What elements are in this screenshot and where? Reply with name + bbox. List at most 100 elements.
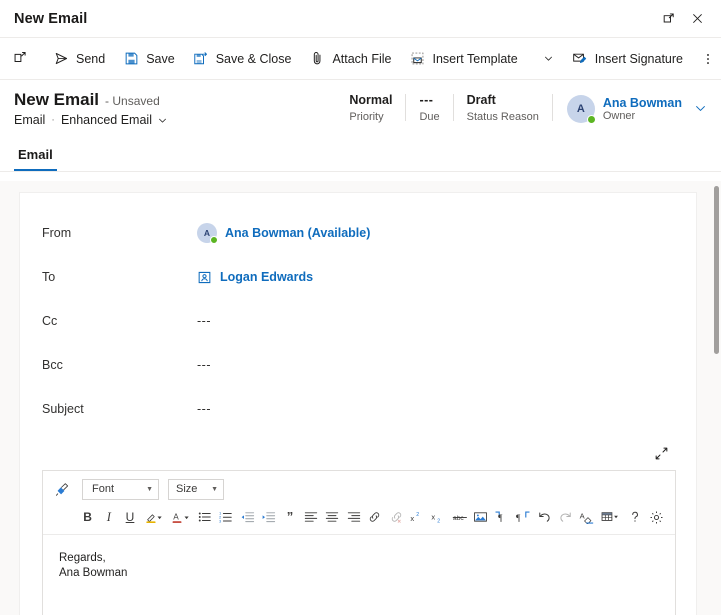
form-row-bcc: Bcc ---	[42, 343, 674, 387]
help-icon[interactable]	[624, 507, 645, 528]
insert-template-chevron[interactable]	[535, 43, 563, 75]
svg-text:3: 3	[219, 518, 222, 523]
owner-role-label: Owner	[602, 109, 636, 122]
superscript-icon[interactable]: x 2	[407, 507, 428, 528]
record-title-row: New Email - Unsaved	[14, 90, 168, 110]
form-selector[interactable]: Enhanced Email	[61, 113, 168, 127]
send-button[interactable]: Send	[44, 43, 114, 75]
command-bar: Send Save Save & Close Attach File Inser…	[0, 38, 721, 80]
priority-label: Priority	[349, 111, 384, 123]
insert-link-icon[interactable]	[364, 507, 385, 528]
record-header-left: New Email - Unsaved Email · Enhanced Ema…	[14, 90, 168, 127]
blockquote-icon[interactable]: ”	[279, 507, 300, 528]
owner-field[interactable]: A Ana Bowman Owner	[553, 92, 707, 125]
redo-icon[interactable]	[555, 507, 576, 528]
bcc-label: Bcc	[42, 358, 63, 372]
form-canvas: From A Ana Bowman (Available) To Logan E…	[0, 181, 711, 615]
bcc-value[interactable]: ---	[197, 358, 674, 372]
insert-template-button[interactable]: Insert Template	[401, 43, 527, 75]
chevron-down-icon	[541, 51, 557, 67]
underline-icon[interactable]: U	[119, 507, 140, 528]
bold-icon[interactable]: B	[77, 507, 98, 528]
more-commands-button[interactable]	[692, 43, 721, 75]
clear-formatting-icon[interactable]: A	[576, 507, 597, 528]
rich-text-editor: Font ▼ Size ▼ B I U A 1 2 3 ” x 2 x 2 ab…	[42, 470, 676, 615]
numbered-list-icon[interactable]: 1 2 3	[216, 507, 237, 528]
form-row-cc: Cc ---	[42, 299, 674, 343]
close-icon[interactable]	[683, 6, 711, 32]
insert-image-icon[interactable]	[470, 507, 491, 528]
header-fields: Normal Priority --- Due Draft Status Rea…	[336, 90, 707, 125]
vertical-scrollbar-thumb[interactable]	[714, 186, 719, 354]
save-label: Save	[146, 51, 175, 66]
align-right-icon[interactable]	[343, 507, 364, 528]
presence-available-icon	[210, 236, 218, 244]
paperclip-icon	[309, 51, 325, 67]
subject-empty-value: ---	[197, 402, 211, 416]
subject-value[interactable]: ---	[197, 402, 674, 416]
owner-name[interactable]: Ana Bowman	[603, 96, 682, 110]
avatar: A	[566, 94, 596, 124]
send-label: Send	[76, 51, 106, 66]
form-row-to: To Logan Edwards	[42, 255, 674, 299]
font-color-icon[interactable]: A	[168, 507, 195, 528]
strikethrough-icon[interactable]: abc	[449, 507, 470, 528]
cc-empty-value: ---	[197, 314, 211, 328]
bulleted-list-icon[interactable]	[195, 507, 216, 528]
editor-settings-icon[interactable]	[646, 507, 667, 528]
insert-table-icon[interactable]	[597, 507, 624, 528]
window-title: New Email	[14, 10, 88, 27]
subscript-icon[interactable]: x 2	[428, 507, 449, 528]
insert-signature-button[interactable]: Insert Signature	[563, 43, 692, 75]
insert-template-label: Insert Template	[432, 51, 518, 66]
chevron-down-icon[interactable]	[694, 102, 707, 115]
font-size-select[interactable]: Size ▼	[168, 478, 224, 500]
from-recipient-link[interactable]: Ana Bowman (Available)	[225, 226, 370, 240]
email-body-editor[interactable]: Regards, Ana Bowman	[43, 535, 675, 615]
form-row-from: From A Ana Bowman (Available)	[42, 211, 674, 255]
more-commands-icon	[700, 51, 716, 67]
undo-icon[interactable]	[534, 507, 555, 528]
format-painter-icon[interactable]	[51, 479, 73, 500]
text-highlight-icon[interactable]	[141, 507, 168, 528]
svg-text:¶: ¶	[516, 513, 521, 524]
save-and-close-button[interactable]: Save & Close	[184, 43, 301, 75]
form-selector-label: Enhanced Email	[60, 113, 152, 127]
header-field-priority[interactable]: Normal Priority	[336, 92, 405, 125]
save-and-close-icon	[193, 51, 209, 67]
avatar: A	[197, 223, 218, 244]
to-recipient-link[interactable]: Logan Edwards	[220, 270, 313, 284]
remove-link-icon[interactable]	[385, 507, 406, 528]
popout-icon[interactable]	[655, 6, 683, 32]
email-form-card: From A Ana Bowman (Available) To Logan E…	[19, 192, 697, 615]
cc-value[interactable]: ---	[197, 314, 674, 328]
record-header: New Email - Unsaved Email · Enhanced Ema…	[0, 80, 721, 138]
italic-icon[interactable]: I	[98, 507, 119, 528]
open-in-new-window-icon[interactable]	[4, 43, 36, 75]
save-icon	[123, 51, 139, 67]
unsaved-status: - Unsaved	[105, 94, 160, 108]
font-family-select[interactable]: Font ▼	[82, 478, 159, 500]
to-value[interactable]: Logan Edwards	[197, 270, 674, 285]
left-to-right-icon[interactable]: ¶	[491, 507, 512, 528]
save-button[interactable]: Save	[114, 43, 184, 75]
tab-email[interactable]: Email	[14, 137, 57, 171]
expand-editor-icon[interactable]	[651, 443, 672, 464]
svg-text:abc: abc	[453, 515, 464, 522]
header-field-status-reason[interactable]: Draft Status Reason	[454, 92, 552, 125]
insert-signature-label: Insert Signature	[594, 51, 683, 66]
insert-template-icon	[410, 51, 426, 67]
editor-toolbar-row-1: Font ▼ Size ▼	[51, 477, 667, 501]
increase-indent-icon[interactable]	[258, 507, 279, 528]
attach-file-button[interactable]: Attach File	[300, 43, 400, 75]
from-value[interactable]: A Ana Bowman (Available)	[197, 223, 674, 244]
decrease-indent-icon[interactable]	[237, 507, 258, 528]
chevron-down-icon: ▼	[211, 485, 218, 493]
right-to-left-icon[interactable]: ¶	[513, 507, 534, 528]
cc-label: Cc	[42, 314, 58, 328]
contact-card-icon	[197, 270, 212, 285]
header-field-due[interactable]: --- Due	[406, 92, 452, 125]
align-center-icon[interactable]	[322, 507, 343, 528]
tab-strip: Email	[0, 138, 721, 172]
align-left-icon[interactable]	[301, 507, 322, 528]
